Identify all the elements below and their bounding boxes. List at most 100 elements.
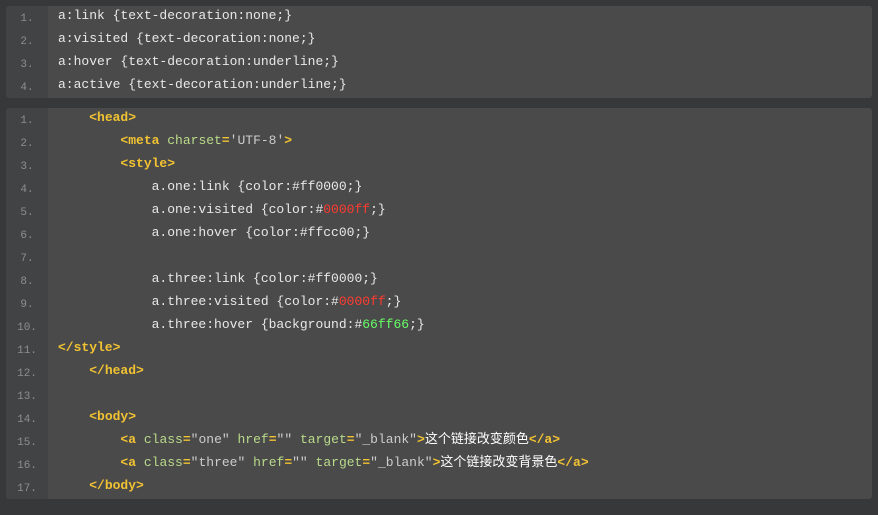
token: = — [222, 133, 230, 148]
code-content: </head> — [48, 361, 144, 384]
token: href — [253, 455, 284, 470]
code-line: 11.</style> — [6, 338, 872, 361]
token: <a — [120, 432, 136, 447]
code-line: 14. <body> — [6, 407, 872, 430]
code-line: 3. <style> — [6, 154, 872, 177]
line-number: 4. — [6, 177, 48, 200]
token: 0000ff — [339, 294, 386, 309]
code-line: 5. a.one:visited {color:#0000ff;} — [6, 200, 872, 223]
code-content: a.three:link {color:#ff0000;} — [48, 269, 378, 292]
token: <a — [120, 455, 136, 470]
code-line: 6. a.one:hover {color:#ffcc00;} — [6, 223, 872, 246]
code-line: 12. </head> — [6, 361, 872, 384]
token — [245, 455, 253, 470]
line-number: 13. — [6, 384, 48, 407]
token — [58, 432, 120, 447]
code-content: a.three:hover {background:#66ff66;} — [48, 315, 425, 338]
token: ;} — [386, 294, 402, 309]
token: a:link {text-decoration:none;} — [58, 8, 292, 23]
code-line: 1. <head> — [6, 108, 872, 131]
code-content: </body> — [48, 476, 144, 499]
token: "" — [292, 455, 308, 470]
code-content: <body> — [48, 407, 136, 430]
token: = — [362, 455, 370, 470]
token: </a> — [529, 432, 560, 447]
token: = — [269, 432, 277, 447]
code-content: a:link {text-decoration:none;} — [48, 6, 292, 29]
token — [292, 432, 300, 447]
token: a:hover {text-decoration:underline;} — [58, 54, 339, 69]
token — [58, 156, 120, 171]
line-number: 15. — [6, 430, 48, 453]
token: target — [300, 432, 347, 447]
code-line: 9. a.three:visited {color:#0000ff;} — [6, 292, 872, 315]
token: "three" — [191, 455, 246, 470]
code-content: </style> — [48, 338, 120, 361]
token — [58, 133, 120, 148]
token — [58, 110, 89, 125]
token: class — [144, 455, 183, 470]
token: a.three:visited {color:# — [58, 294, 339, 309]
line-number: 7. — [6, 246, 48, 269]
line-number: 10. — [6, 315, 48, 338]
line-number: 12. — [6, 361, 48, 384]
line-number: 8. — [6, 269, 48, 292]
token: <head> — [89, 110, 136, 125]
code-content: a.one:hover {color:#ffcc00;} — [48, 223, 370, 246]
code-content: <style> — [48, 154, 175, 177]
token: </style> — [58, 340, 120, 355]
code-line: 4. a.one:link {color:#ff0000;} — [6, 177, 872, 200]
token: "one" — [191, 432, 230, 447]
line-number: 14. — [6, 407, 48, 430]
code-content: <a class="three" href="" target="_blank"… — [48, 453, 589, 476]
token: <style> — [120, 156, 175, 171]
line-number: 1. — [6, 108, 48, 131]
code-line: 2. <meta charset='UTF-8'> — [6, 131, 872, 154]
line-number: 2. — [6, 29, 48, 52]
code-line: 2. a:visited {text-decoration:none;} — [6, 29, 872, 52]
token — [136, 432, 144, 447]
token: a.one:link {color:#ff0000;} — [58, 179, 362, 194]
code-content: <head> — [48, 108, 136, 131]
token: href — [238, 432, 269, 447]
token: "_blank" — [370, 455, 432, 470]
token: a.three:link {color:#ff0000;} — [58, 271, 378, 286]
token: 'UTF-8' — [230, 133, 285, 148]
token: = — [183, 432, 191, 447]
token — [58, 409, 89, 424]
code-content: a:hover {text-decoration:underline;} — [48, 52, 339, 75]
code-content: a.one:link {color:#ff0000;} — [48, 177, 362, 200]
token: = — [347, 432, 355, 447]
token: a.one:hover {color:#ffcc00;} — [58, 225, 370, 240]
token: > — [284, 133, 292, 148]
line-number: 2. — [6, 131, 48, 154]
token: ;} — [370, 202, 386, 217]
token: </a> — [557, 455, 588, 470]
token: target — [316, 455, 363, 470]
code-line: 10. a.three:hover {background:#66ff66;} — [6, 315, 872, 338]
code-block-1: 1. a:link {text-decoration:none;} 2. a:visi… — [6, 6, 872, 98]
token: a:visited {text-decoration:none;} — [58, 31, 315, 46]
code-line: 8. a.three:link {color:#ff0000;} — [6, 269, 872, 292]
code-line: 1. a:link {text-decoration:none;} — [6, 6, 872, 29]
code-line: 13. — [6, 384, 872, 407]
token: = — [183, 455, 191, 470]
token: 这个链接改变背景色 — [440, 455, 557, 470]
token — [230, 432, 238, 447]
line-number: 3. — [6, 154, 48, 177]
token: a.one:visited {color:# — [58, 202, 323, 217]
token: </body> — [89, 478, 144, 493]
code-line: 3.a:hover {text-decoration:underline;} — [6, 52, 872, 75]
code-line: 4.a:active {text-decoration:underline;} — [6, 75, 872, 98]
token: 0000ff — [323, 202, 370, 217]
token: "" — [277, 432, 293, 447]
line-number: 1. — [6, 6, 48, 29]
token: a:active {text-decoration:underline;} — [58, 77, 347, 92]
code-content: a:visited {text-decoration:none;} — [48, 29, 315, 52]
code-line: 16. <a class="three" href="" target="_bl… — [6, 453, 872, 476]
code-content: <a class="one" href="" target="_blank">这… — [48, 430, 560, 453]
code-line: 15. <a class="one" href="" target="_blan… — [6, 430, 872, 453]
token: "_blank" — [355, 432, 417, 447]
line-number: 6. — [6, 223, 48, 246]
token: ;} — [409, 317, 425, 332]
